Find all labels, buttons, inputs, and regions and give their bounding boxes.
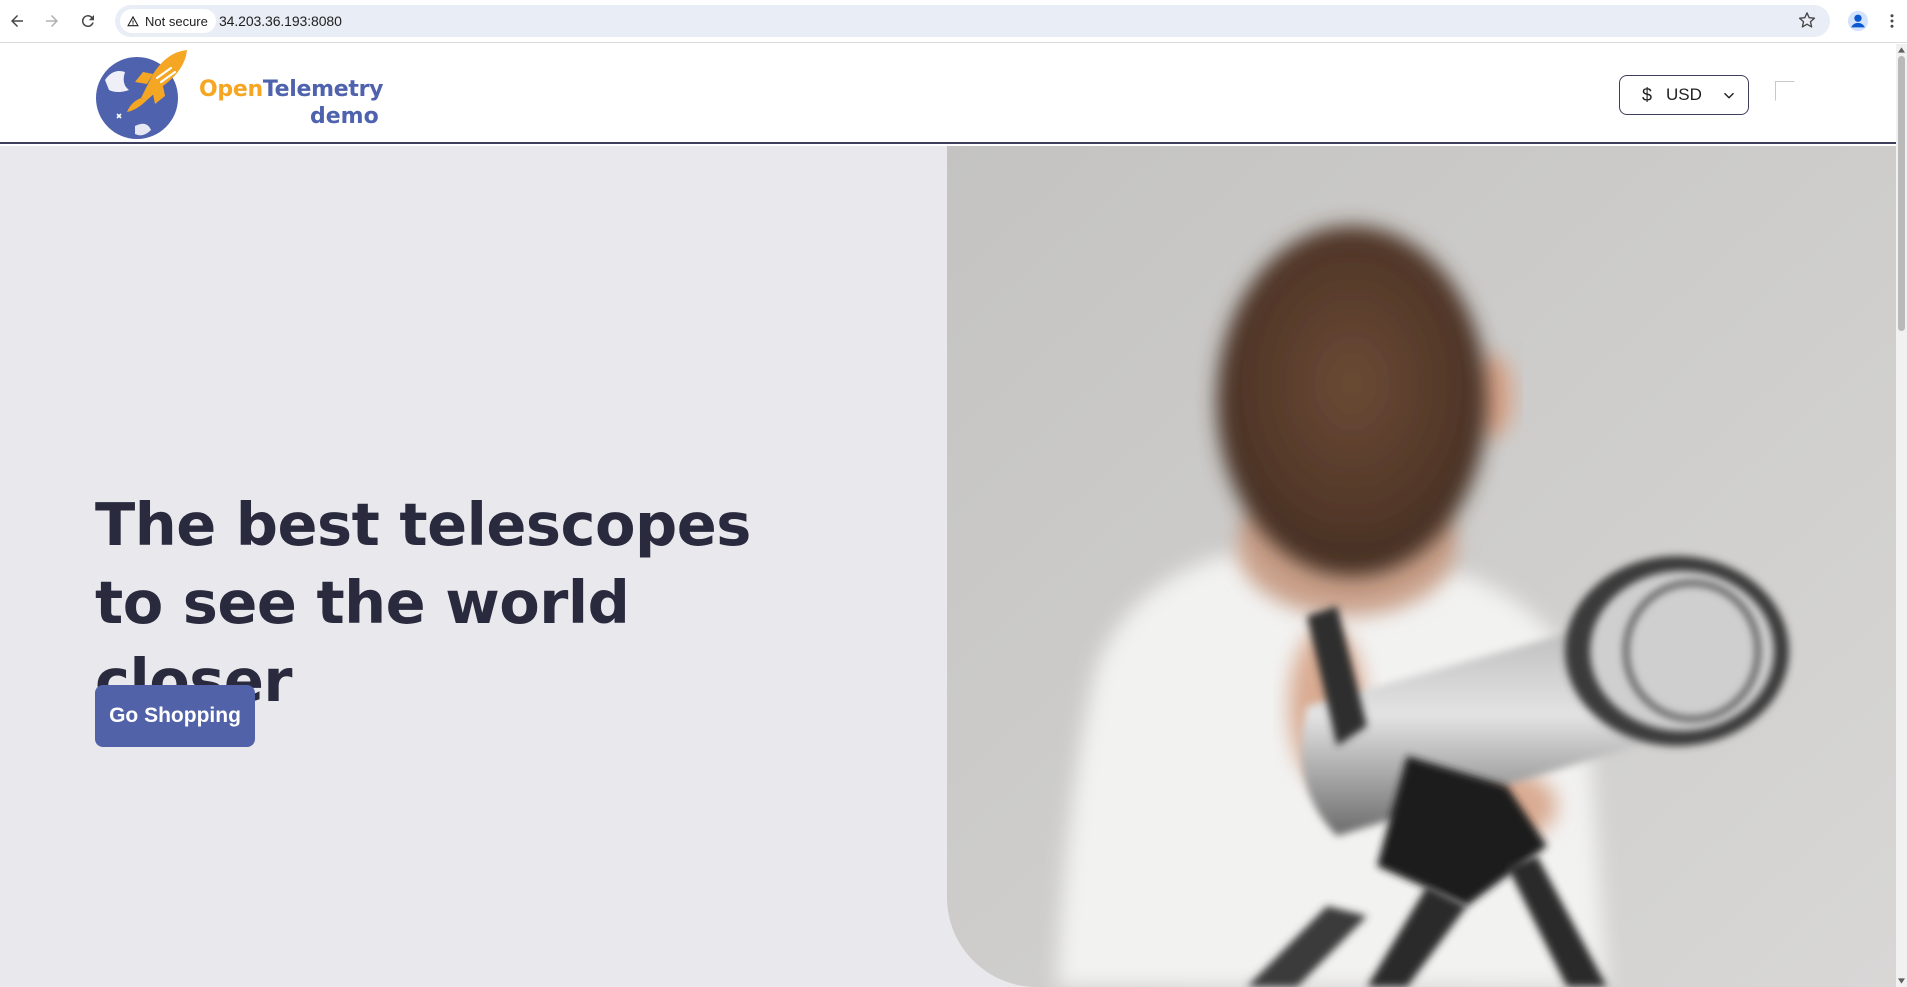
address-bar[interactable]: Not secure 34.203.36.193:8080	[115, 5, 1830, 37]
reload-button[interactable]	[76, 9, 100, 33]
browser-menu-button[interactable]	[1880, 8, 1904, 34]
currency-select[interactable]: $ USD	[1619, 75, 1749, 115]
page-viewport: OpenTelemetry demo $ USD The best telesc…	[0, 44, 1896, 987]
url-text[interactable]: 34.203.36.193:8080	[219, 13, 342, 29]
security-chip[interactable]: Not secure	[120, 9, 216, 33]
rocket-logo-icon	[96, 50, 187, 139]
currency-code: USD	[1666, 85, 1702, 104]
arrow-left-icon	[11, 15, 23, 27]
child-with-telescope-illustration	[947, 146, 1896, 987]
chevron-down-icon	[1724, 92, 1734, 99]
star-icon	[1798, 12, 1816, 28]
logo-demo-text: demo	[310, 104, 379, 129]
logo-wordmark: OpenTelemetry	[199, 77, 383, 103]
logo-open-text: Open	[199, 77, 263, 102]
security-label: Not secure	[145, 13, 208, 29]
logo-telemetry-text: Telemetry	[262, 77, 384, 102]
bookmark-button[interactable]	[1796, 9, 1818, 31]
reload-icon	[81, 15, 94, 28]
site-header: OpenTelemetry demo $ USD	[0, 44, 1896, 144]
forward-button[interactable]	[40, 9, 64, 33]
scroll-up-arrow-icon[interactable]	[1898, 47, 1905, 53]
currency-symbol: $	[1642, 84, 1653, 105]
more-vertical-icon	[1890, 14, 1894, 28]
cart-icon[interactable]	[1775, 81, 1795, 101]
go-shopping-button[interactable]: Go Shopping	[95, 685, 255, 747]
hero-banner: The best telescopes to see the world clo…	[0, 146, 1896, 987]
arrow-right-icon	[46, 15, 58, 27]
scrollbar-thumb[interactable]	[1898, 56, 1905, 331]
site-logo[interactable]: OpenTelemetry demo	[95, 50, 383, 140]
scroll-down-arrow-icon[interactable]	[1898, 978, 1905, 984]
page-scrollbar[interactable]	[1896, 44, 1907, 987]
avatar-icon	[1847, 10, 1869, 32]
warning-icon	[127, 15, 139, 27]
profile-button[interactable]	[1845, 8, 1871, 34]
browser-toolbar: Not secure 34.203.36.193:8080	[0, 0, 1907, 43]
hero-image	[947, 146, 1896, 987]
back-button[interactable]	[5, 9, 29, 33]
